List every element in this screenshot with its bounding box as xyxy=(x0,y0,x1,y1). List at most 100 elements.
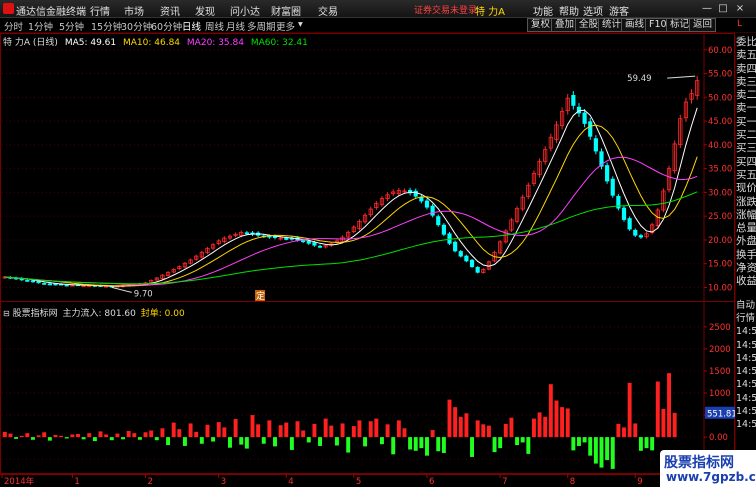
quote-field-8: 买三 xyxy=(736,142,756,155)
tick-item-2: 14:56 xyxy=(736,326,756,338)
inflow-bars xyxy=(2,373,677,469)
price-axis-label: 55.00 xyxy=(708,70,732,80)
inflow-bar xyxy=(548,384,553,438)
inflow-bar xyxy=(340,423,345,438)
inflow-bar xyxy=(188,423,193,438)
indicator-axis-label: 1500 xyxy=(709,367,731,377)
inflow-bar xyxy=(70,434,75,438)
corner-label: L xyxy=(737,19,743,29)
candle-body xyxy=(430,205,435,216)
inflow-bar xyxy=(374,418,379,438)
inflow-bar xyxy=(59,435,64,438)
outflow-bar xyxy=(289,437,294,450)
candle-body xyxy=(447,233,452,244)
annotations: 59.49 9.70 定 xyxy=(111,74,696,302)
inflow-bar xyxy=(537,412,542,438)
inflow-bar xyxy=(149,430,154,438)
outflow-bar xyxy=(244,437,249,449)
candle-body xyxy=(605,165,610,182)
quote-field-6: 买一 xyxy=(736,115,756,128)
price-axis-label: 40.00 xyxy=(708,141,732,151)
outflow-bar xyxy=(470,437,474,457)
inflow-bar xyxy=(250,415,255,438)
low-price-label: 9.70 xyxy=(134,289,153,299)
candle-body xyxy=(441,224,446,235)
outflow-bar xyxy=(47,437,52,441)
inflow-bar xyxy=(402,428,407,438)
quote-field-2: 卖四 xyxy=(736,62,756,75)
high-pointer xyxy=(667,75,696,79)
outflow-bar xyxy=(379,437,384,445)
inflow-bar xyxy=(42,432,47,438)
outflow-bar xyxy=(498,437,503,449)
candle-body xyxy=(424,200,430,208)
chart-grid xyxy=(0,33,735,475)
inflow-bar xyxy=(503,423,508,438)
inflow-bar xyxy=(278,425,283,438)
tick-item-0[interactable]: 自动 xyxy=(736,299,756,312)
tick-item-1[interactable]: 行情 xyxy=(736,312,756,325)
outflow-bar xyxy=(425,437,429,456)
outflow-bar xyxy=(610,437,615,469)
outflow-bar xyxy=(166,437,171,446)
candlesticks xyxy=(2,76,700,288)
candle-body xyxy=(42,282,47,285)
outflow-bar xyxy=(588,437,593,456)
outflow-bar xyxy=(239,437,244,445)
inflow-bar xyxy=(385,424,390,438)
inflow-bar xyxy=(396,420,401,438)
inflow-bar xyxy=(2,431,7,438)
candle-body xyxy=(419,196,424,202)
inflow-bar xyxy=(53,434,58,438)
quote-field-10: 买五 xyxy=(736,168,756,181)
inflow-bar xyxy=(115,433,120,438)
quote-field-16: 换手 xyxy=(736,248,756,261)
outflow-bar xyxy=(228,437,232,448)
inflow-bar xyxy=(430,430,435,438)
outflow-bar xyxy=(334,437,339,446)
inflow-bar xyxy=(216,422,221,438)
candle-body xyxy=(627,218,632,230)
inflow-bar xyxy=(560,407,565,438)
quote-field-17: 净资 xyxy=(736,262,756,275)
quote-field-15: 外盘 xyxy=(736,235,756,248)
outflow-bar xyxy=(121,437,125,440)
outflow-bar xyxy=(306,437,311,443)
outflow-bar xyxy=(515,437,520,446)
price-axis-label: 30.00 xyxy=(708,188,732,198)
inflow-bar xyxy=(531,418,536,438)
outflow-bar xyxy=(154,437,159,441)
candle-body xyxy=(30,280,36,283)
inflow-bar xyxy=(8,433,13,438)
candle-body xyxy=(610,178,615,196)
inflow-bar xyxy=(616,423,621,438)
moving-averages xyxy=(4,107,698,287)
candle-body xyxy=(464,255,469,262)
outflow-bar xyxy=(520,437,525,443)
inflow-bar xyxy=(458,416,463,438)
candle-body xyxy=(469,259,475,267)
price-axis-label: 60.00 xyxy=(708,46,732,56)
inflow-bar xyxy=(357,420,362,438)
inflow-bar xyxy=(36,435,41,438)
inflow-bar xyxy=(171,422,176,438)
inflow-bar xyxy=(143,432,148,438)
kline-chart[interactable]: 60.0055.0050.0045.0040.0035.0030.0025.00… xyxy=(0,0,735,487)
inflow-bar xyxy=(543,416,548,438)
inflow-bar xyxy=(87,433,92,438)
outflow-bar xyxy=(605,437,610,461)
inflow-bar xyxy=(295,421,300,438)
inflow-bar xyxy=(661,408,666,438)
inflow-bar xyxy=(233,419,238,438)
outflow-bar xyxy=(363,437,368,447)
x-axis-label: 2 xyxy=(148,477,153,487)
tick-item-3: 14:56 xyxy=(736,339,756,351)
outflow-bar xyxy=(638,437,643,451)
candle-body xyxy=(312,242,317,246)
candle-body xyxy=(621,207,627,220)
inflow-bar xyxy=(565,408,570,438)
inflow-bar xyxy=(667,373,672,438)
close-icon[interactable]: × xyxy=(733,2,747,15)
price-axis-label: 15.00 xyxy=(708,260,732,270)
candle-body xyxy=(593,138,598,152)
